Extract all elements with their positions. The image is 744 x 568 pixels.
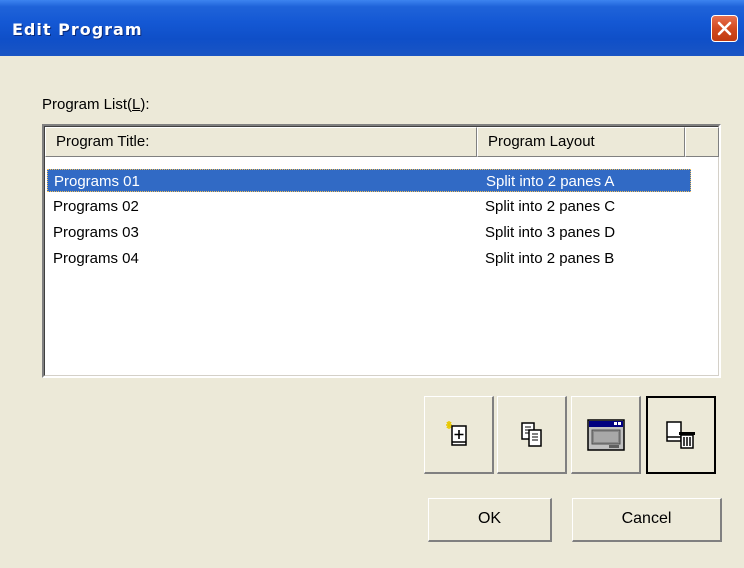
delete-program-icon	[666, 421, 695, 449]
copy-program-button[interactable]	[497, 396, 567, 474]
window-title: Edit Program	[12, 20, 143, 39]
copy-program-icon	[520, 421, 542, 447]
column-header-filler	[685, 127, 719, 157]
program-list-label: Program List(L):	[42, 96, 150, 113]
new-program-icon	[445, 420, 467, 446]
program-list[interactable]: Program Title: Program Layout Programs 0…	[42, 124, 721, 378]
list-row[interactable]: Programs 04 Split into 2 panes B	[47, 247, 691, 270]
title-bar[interactable]: Edit Program	[0, 0, 744, 56]
edit-layout-button[interactable]	[571, 396, 641, 474]
list-header: Program Title: Program Layout	[45, 127, 719, 157]
new-program-button[interactable]	[424, 396, 494, 474]
list-row[interactable]: Programs 01 Split into 2 panes A	[47, 169, 691, 192]
list-row[interactable]: Programs 02 Split into 2 panes C	[47, 195, 691, 218]
close-button[interactable]	[711, 15, 738, 42]
column-header-program-title[interactable]: Program Title:	[45, 127, 477, 157]
edit-layout-icon	[586, 418, 625, 451]
close-icon	[717, 21, 732, 36]
delete-program-button[interactable]	[646, 396, 716, 474]
column-header-program-layout[interactable]: Program Layout	[477, 127, 685, 157]
cancel-button[interactable]: Cancel	[572, 498, 722, 542]
ok-button[interactable]: OK	[428, 498, 552, 542]
list-row[interactable]: Programs 03 Split into 3 panes D	[47, 221, 691, 244]
